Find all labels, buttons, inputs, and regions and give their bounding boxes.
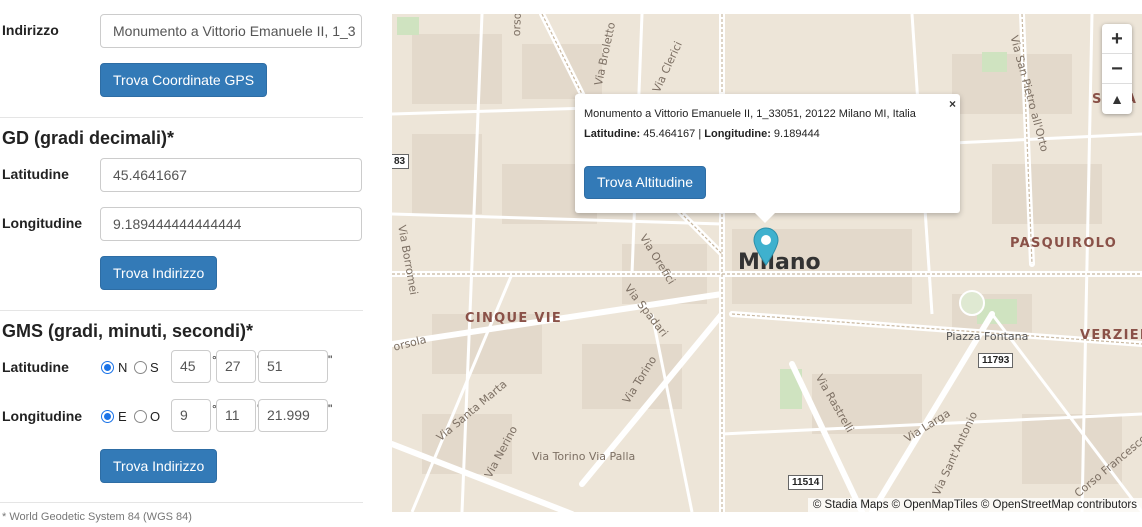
lon-degrees-input[interactable]: 9 — [171, 399, 211, 432]
lat-north-radio[interactable] — [101, 361, 114, 374]
location-popup: × Monumento a Vittorio Emanuele II, 1_33… — [575, 94, 960, 223]
popup-lat-value: 45.464167 — [643, 128, 696, 140]
gms-find-address-button[interactable]: Trova Indirizzo — [100, 449, 218, 483]
lon-west-label: O — [150, 409, 161, 424]
lat-degrees-input[interactable]: 45 — [171, 350, 211, 383]
gd-longitude-input[interactable]: 9.189444444444444 — [100, 207, 362, 241]
street-label: orsola — [510, 14, 525, 37]
lon-minutes-input[interactable]: 11 — [216, 399, 256, 432]
popup-lon-label: Longitudine: — [704, 128, 771, 140]
map-attribution[interactable]: © Stadia Maps © OpenMapTiles © OpenStree… — [807, 498, 1142, 512]
lat-south-label: S — [150, 360, 159, 375]
district-label: CINQUE VIE — [465, 311, 563, 326]
location-marker-icon[interactable] — [752, 226, 780, 271]
gms-latitude-label: Latitudine — [2, 359, 69, 375]
popup-address: Monumento a Vittorio Emanuele II, 1_3305… — [584, 108, 916, 120]
sec-symbol: " — [328, 402, 333, 416]
zoom-in-button[interactable]: + — [1102, 24, 1132, 54]
district-label: PASQUIROLO — [1010, 236, 1118, 251]
road-shield: 11514 — [788, 475, 824, 490]
popup-coordinates: Latitudine: 45.464167 | Longitudine: 9.1… — [584, 128, 820, 140]
district-label: VERZIER — [1080, 328, 1142, 343]
lon-seconds-input[interactable]: 21.999 — [258, 399, 328, 432]
sec-symbol: " — [328, 353, 333, 367]
gd-latitude-input[interactable]: 45.4641667 — [100, 158, 362, 192]
popup-lon-value: 9.189444 — [773, 128, 820, 140]
map[interactable]: orsola Via Broletto Via Clerici Via Oref… — [392, 14, 1142, 512]
road-shield: 11793 — [978, 353, 1014, 368]
popup-separator: | — [698, 128, 702, 140]
zoom-control: + − ▲ — [1102, 24, 1132, 114]
lat-minutes-input[interactable]: 27 — [216, 350, 256, 383]
find-gps-button[interactable]: Trova Coordinate GPS — [100, 63, 268, 97]
gd-find-address-button[interactable]: Trova Indirizzo — [100, 256, 218, 290]
lat-north-label: N — [118, 360, 128, 375]
street-label: Via Torino Via Palla — [532, 450, 636, 463]
address-input[interactable]: Monumento a Vittorio Emanuele II, 1_3 — [100, 14, 362, 48]
lon-west-radio[interactable] — [134, 410, 147, 423]
road-shield: 83 — [392, 154, 410, 169]
lat-south-radio[interactable] — [134, 361, 147, 374]
divider — [0, 310, 363, 311]
lon-east-label: E — [118, 409, 127, 424]
popup-close-icon[interactable]: × — [949, 97, 956, 111]
compass-reset-icon[interactable]: ▲ — [1102, 84, 1132, 114]
gps-form: Indirizzo Monumento a Vittorio Emanuele … — [0, 0, 366, 527]
popup-lat-label: Latitudine: — [584, 128, 641, 140]
lat-seconds-input[interactable]: 51 — [258, 350, 328, 383]
gd-longitude-label: Longitudine — [2, 215, 83, 231]
wgs84-footnote: * World Geodetic System 84 (WGS 84) — [2, 511, 192, 523]
gd-latitude-label: Latitudine — [2, 166, 69, 182]
divider — [0, 117, 363, 118]
find-altitude-button[interactable]: Trova Altitudine — [584, 166, 706, 199]
zoom-out-button[interactable]: − — [1102, 54, 1132, 84]
lon-east-radio[interactable] — [101, 410, 114, 423]
poi-label: Piazza Fontana — [946, 330, 1029, 343]
gms-longitude-label: Longitudine — [2, 408, 83, 424]
address-label: Indirizzo — [2, 22, 59, 38]
gd-heading: GD (gradi decimali)* — [2, 128, 175, 148]
gms-heading: GMS (gradi, minuti, secondi)* — [2, 321, 254, 341]
divider — [0, 502, 363, 503]
